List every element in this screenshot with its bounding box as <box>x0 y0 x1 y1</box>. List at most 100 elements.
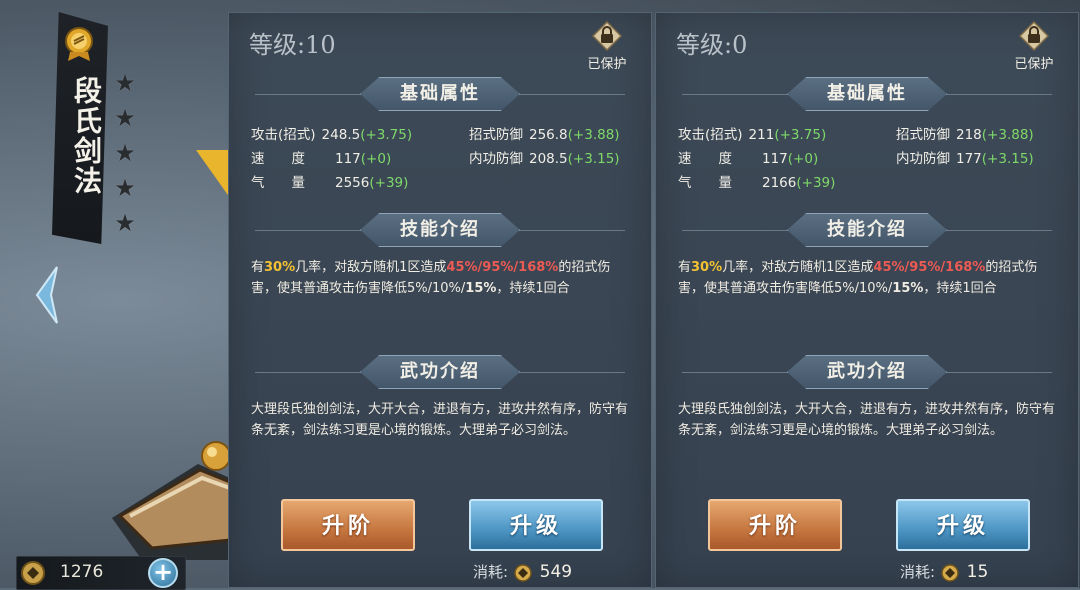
stat-inner-defense: 内功防御 177(+3.15) <box>896 147 1034 167</box>
star-icon: ★ <box>114 209 136 237</box>
section-title: 基础属性 <box>360 77 520 111</box>
section-title: 技能介绍 <box>787 213 947 247</box>
medal-icon <box>60 24 98 62</box>
martial-description: 大理段氏独创剑法，大开大合，进退有方，进攻井然有序，防守有条无紊，剑法练习更是心… <box>678 402 1056 438</box>
star-icon: ★ <box>114 69 136 97</box>
coin-icon <box>20 560 46 586</box>
stat-bonus: (+3.88) <box>981 127 1034 143</box>
upgrade-button[interactable]: 升级 <box>896 499 1030 551</box>
desc-text: ，持续1回合 <box>496 281 570 296</box>
desc-chance: 30% <box>264 260 296 275</box>
section-title: 武功介绍 <box>787 355 947 389</box>
stat-bonus: (+3.88) <box>567 127 620 143</box>
level-label: 等级:10 <box>249 31 336 59</box>
desc-reduce: 15% <box>892 281 924 296</box>
stat-label: 攻击(招式) <box>251 127 316 143</box>
protect-label: 已保护 <box>587 57 627 72</box>
skill-panel-current: 等级:10 已保护 基础属性 攻击(招式) 248.5(+3.75) 速 度 117… <box>228 12 652 588</box>
stat-label: 气 量 <box>678 175 732 191</box>
stat-value: 117 <box>762 151 788 167</box>
coin-icon <box>513 563 533 583</box>
stat-value: 256.8 <box>529 127 568 143</box>
divider <box>932 230 1052 231</box>
section-title: 武功介绍 <box>360 355 520 389</box>
stat-bonus: (+3.15) <box>567 151 620 167</box>
stat-value: 208.5 <box>529 151 568 167</box>
stat-value: 2556 <box>335 175 370 191</box>
martial-description: 大理段氏独创剑法，大开大合，进退有方，进攻井然有序，防守有条无紊，剑法练习更是心… <box>251 402 629 438</box>
desc-text: 几率，对敌方随机1区造成 <box>295 260 447 275</box>
book-illustration <box>112 420 232 560</box>
divider <box>505 230 625 231</box>
stat-bonus: (+39) <box>369 175 409 191</box>
divider <box>682 372 802 373</box>
stat-move-defense: 招式防御 218(+3.88) <box>896 123 1034 143</box>
lock-icon[interactable] <box>1018 20 1050 52</box>
stat-attack: 攻击(招式) 211(+3.75) <box>678 123 826 143</box>
stat-bonus: (+3.15) <box>981 151 1034 167</box>
stat-bonus: (+3.75) <box>360 127 413 143</box>
decorative-triangle <box>196 150 230 198</box>
stat-qi: 气 量 2556(+39) <box>251 171 408 191</box>
divider <box>505 94 625 95</box>
stat-label: 内功防御 <box>469 151 523 167</box>
upgrade-cost: 消耗: 15 <box>900 561 988 583</box>
stat-value: 177 <box>956 151 982 167</box>
skill-panel-preview: 等级:0 已保护 基础属性 攻击(招式) 211(+3.75) 速 度 117(+0… <box>655 12 1079 588</box>
star-icon: ★ <box>114 104 136 132</box>
skill-sidebar: 段氏剑法 ★ ★ ★ ★ ★ 1276 + <box>0 0 232 590</box>
divider <box>255 94 375 95</box>
cost-value: 549 <box>539 562 573 582</box>
stat-speed: 速 度 117(+0) <box>678 147 818 167</box>
lock-icon[interactable] <box>591 20 623 52</box>
stat-value: 117 <box>335 151 361 167</box>
desc-chance: 30% <box>691 260 723 275</box>
section-basic-attributes: 基础属性 <box>656 77 1078 113</box>
section-title: 技能介绍 <box>360 213 520 247</box>
divider <box>682 94 802 95</box>
desc-text: ，持续1回合 <box>923 281 997 296</box>
desc-text: 几率，对敌方随机1区造成 <box>722 260 874 275</box>
stat-bonus: (+39) <box>796 175 836 191</box>
stat-label: 内功防御 <box>896 151 950 167</box>
section-martial-intro: 武功介绍 <box>229 355 651 391</box>
cost-label: 消耗: <box>473 563 509 581</box>
divider <box>932 94 1052 95</box>
stat-move-defense: 招式防御 256.8(+3.88) <box>469 123 620 143</box>
section-martial-intro: 武功介绍 <box>656 355 1078 391</box>
stat-value: 2166 <box>762 175 797 191</box>
skill-name: 段氏剑法 <box>70 76 103 196</box>
left-arrow-icon[interactable] <box>30 260 62 330</box>
protect-toggle[interactable]: 已保护 <box>579 20 635 72</box>
section-basic-attributes: 基础属性 <box>229 77 651 113</box>
desc-text: 有 <box>678 260 692 275</box>
advance-button[interactable]: 升阶 <box>708 499 842 551</box>
upgrade-button[interactable]: 升级 <box>469 499 603 551</box>
divider <box>682 230 802 231</box>
currency-value: 1276 <box>60 562 104 582</box>
stat-label: 速 度 <box>678 151 732 167</box>
star-icon: ★ <box>114 174 136 202</box>
stat-speed: 速 度 117(+0) <box>251 147 391 167</box>
protect-label: 已保护 <box>1014 57 1054 72</box>
star-rating: ★ ★ ★ ★ ★ <box>112 70 140 245</box>
level-label: 等级:0 <box>676 31 748 59</box>
add-currency-button[interactable]: + <box>148 558 178 588</box>
skill-description: 有30%几率，对敌方随机1区造成45%/95%/168%的招式伤害，使其普通攻击… <box>251 257 636 299</box>
stat-label: 招式防御 <box>469 127 523 143</box>
stat-bonus: (+3.75) <box>774 127 827 143</box>
section-title: 基础属性 <box>787 77 947 111</box>
cost-value: 15 <box>966 562 989 582</box>
desc-damage: 45%/95%/168% <box>446 260 559 275</box>
desc-reduce: 15% <box>465 281 497 296</box>
stat-inner-defense: 内功防御 208.5(+3.15) <box>469 147 620 167</box>
divider <box>255 230 375 231</box>
advance-button[interactable]: 升阶 <box>281 499 415 551</box>
divider <box>255 372 375 373</box>
desc-damage: 45%/95%/168% <box>873 260 986 275</box>
upgrade-cost: 消耗: 549 <box>473 561 572 583</box>
protect-toggle[interactable]: 已保护 <box>1006 20 1062 72</box>
stat-label: 速 度 <box>251 151 305 167</box>
desc-text: 有 <box>251 260 265 275</box>
stat-value: 218 <box>956 127 982 143</box>
